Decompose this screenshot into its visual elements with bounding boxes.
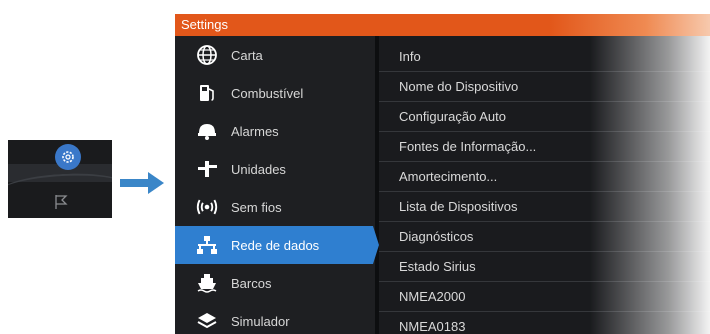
home-screen-thumbnail bbox=[8, 140, 112, 218]
window-title: Settings bbox=[181, 17, 228, 32]
submenu-item-nome-do-dispositivo[interactable]: Nome do Dispositivo bbox=[379, 72, 710, 102]
sidebar-item-label: Simulador bbox=[231, 313, 290, 329]
sidebar-item-alarmes[interactable]: Alarmes bbox=[175, 112, 375, 150]
sidebar-item-label: Combustível bbox=[231, 85, 304, 101]
submenu-item-label: Estado Sirius bbox=[399, 259, 476, 274]
sidebar-item-carta[interactable]: Carta bbox=[175, 36, 375, 74]
sidebar-item-barcos[interactable]: Barcos bbox=[175, 264, 375, 302]
submenu-item-label: Configuração Auto bbox=[399, 109, 506, 124]
sidebar-item-label: Sem fios bbox=[231, 199, 282, 215]
submenu-item-label: Nome do Dispositivo bbox=[399, 79, 519, 94]
submenu-item-amortecimento[interactable]: Amortecimento... bbox=[379, 162, 710, 192]
submenu-item-estado-sirius[interactable]: Estado Sirius bbox=[379, 252, 710, 282]
sidebar-item-simulador[interactable]: Simulador bbox=[175, 302, 375, 334]
wireless-icon bbox=[195, 195, 219, 219]
sidebar-item-unidades[interactable]: Unidades bbox=[175, 150, 375, 188]
globe-icon bbox=[195, 43, 219, 67]
title-bar: Settings bbox=[175, 14, 710, 36]
settings-panel: Settings Carta Combustível Alarmes Unida… bbox=[175, 14, 710, 334]
sidebar-item-label: Barcos bbox=[231, 275, 272, 291]
submenu-item-label: Info bbox=[399, 49, 421, 64]
submenu-item-nmea2000[interactable]: NMEA2000 bbox=[379, 282, 710, 312]
submenu-item-label: NMEA0183 bbox=[399, 319, 466, 334]
submenu-item-label: Lista de Dispositivos bbox=[399, 199, 518, 214]
settings-gear-button[interactable] bbox=[55, 144, 81, 170]
submenu-item-label: Diagnósticos bbox=[399, 229, 474, 244]
settings-sidebar: Carta Combustível Alarmes Unidades Sem f bbox=[175, 36, 379, 334]
submenu-item-label: NMEA2000 bbox=[399, 289, 466, 304]
sidebar-item-sem-fios[interactable]: Sem fios bbox=[175, 188, 375, 226]
submenu-item-configuracao-auto[interactable]: Configuração Auto bbox=[379, 102, 710, 132]
submenu-item-fontes-de-informacao[interactable]: Fontes de Informação... bbox=[379, 132, 710, 162]
submenu-item-diagnosticos[interactable]: Diagnósticos bbox=[379, 222, 710, 252]
sidebar-item-combustivel[interactable]: Combustível bbox=[175, 74, 375, 112]
units-icon bbox=[195, 157, 219, 181]
sidebar-item-rede-de-dados[interactable]: Rede de dados bbox=[175, 226, 379, 264]
sidebar-item-label: Alarmes bbox=[231, 123, 279, 139]
submenu-item-lista-de-dispositivos[interactable]: Lista de Dispositivos bbox=[379, 192, 710, 222]
gear-icon bbox=[62, 151, 74, 163]
sidebar-item-label: Unidades bbox=[231, 161, 286, 177]
submenu-list: Info Nome do Dispositivo Configuração Au… bbox=[379, 36, 710, 334]
sidebar-item-label: Rede de dados bbox=[231, 237, 320, 253]
submenu-item-nmea0183[interactable]: NMEA0183 bbox=[379, 312, 710, 334]
submenu-item-label: Fontes de Informação... bbox=[399, 139, 537, 154]
submenu-item-info[interactable]: Info bbox=[379, 42, 710, 72]
alarm-bell-icon bbox=[195, 119, 219, 143]
ship-icon bbox=[195, 271, 219, 295]
sidebar-item-label: Carta bbox=[231, 47, 263, 63]
arrow-right-icon bbox=[120, 172, 164, 194]
layers-icon bbox=[195, 309, 219, 333]
submenu-item-label: Amortecimento... bbox=[399, 169, 498, 184]
fuel-pump-icon bbox=[195, 81, 219, 105]
network-icon bbox=[195, 233, 219, 257]
flag-icon bbox=[55, 195, 68, 209]
